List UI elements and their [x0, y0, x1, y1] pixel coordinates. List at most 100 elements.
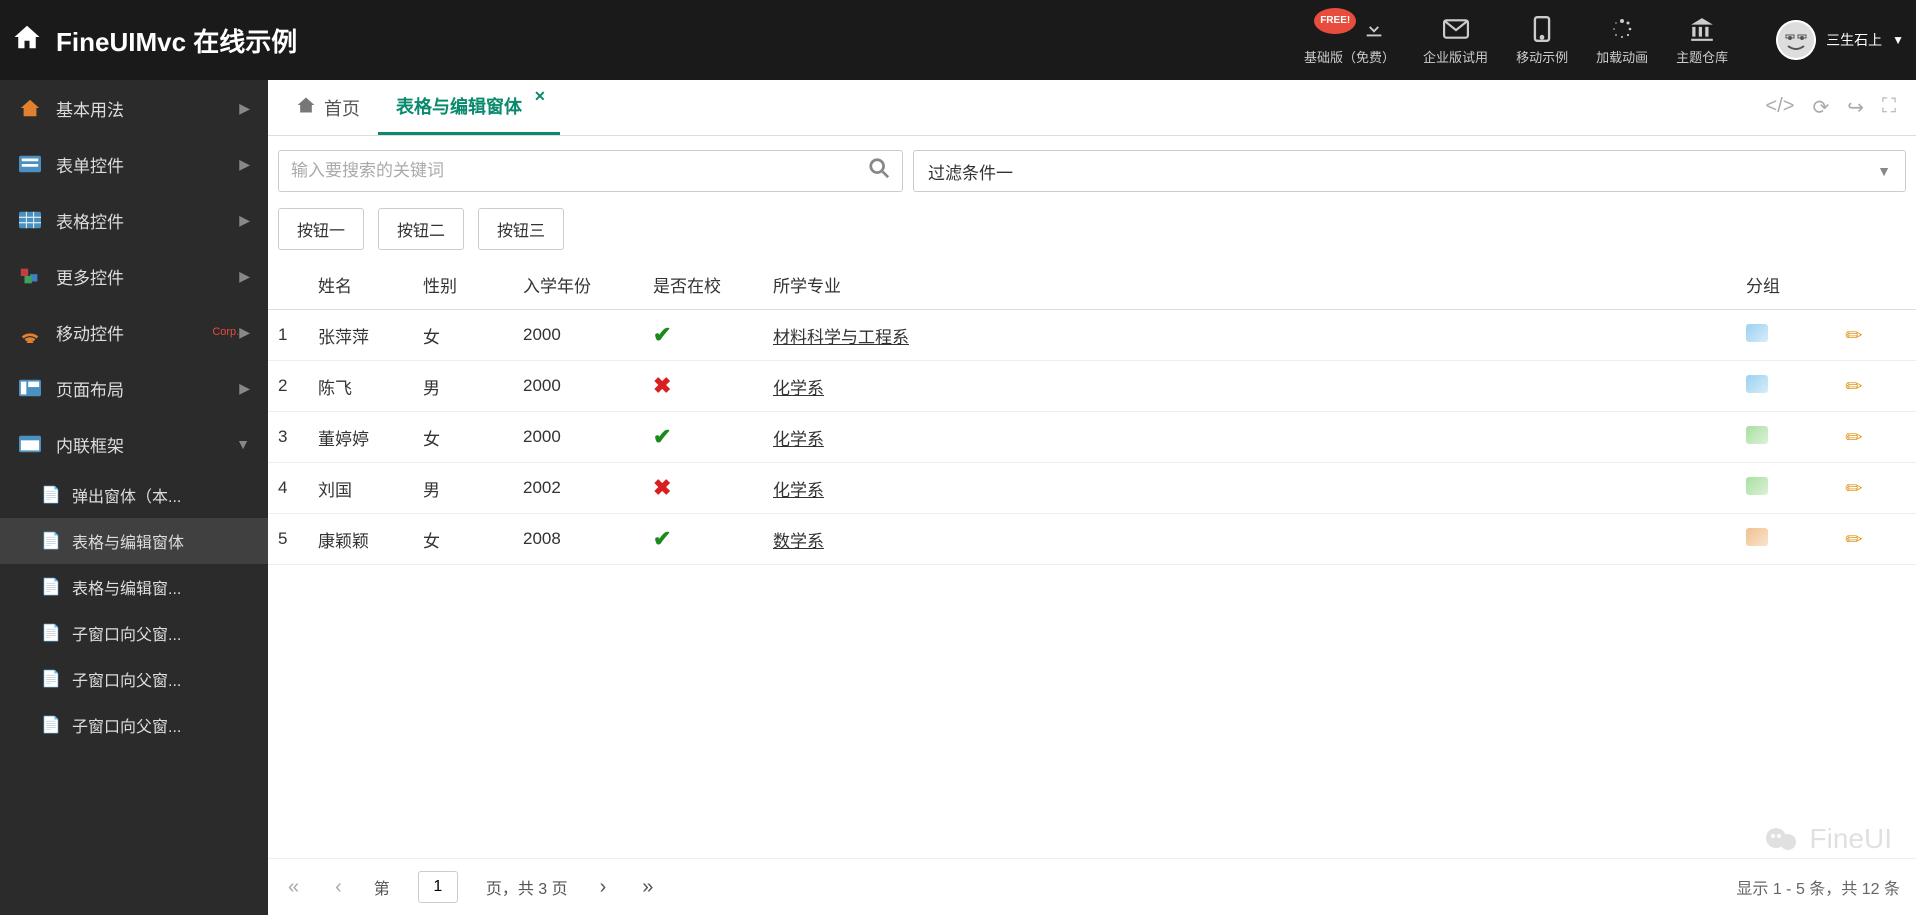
- sidebar: 基本用法 ▶ 表单控件 ▶ 表格控件 ▶ 更多控件 ▶ 移动控件 Corp. ▶…: [0, 80, 268, 915]
- button-one[interactable]: 按钮一: [278, 208, 364, 250]
- search-icon[interactable]: [868, 157, 890, 185]
- chevron-right-icon: ▶: [239, 212, 250, 229]
- nav-item-loading[interactable]: 加载动画: [1596, 15, 1648, 66]
- expand-icon[interactable]: ⛶: [1882, 95, 1896, 120]
- pencil-icon[interactable]: ✎: [1840, 422, 1870, 452]
- cell-oncampus: ✔: [643, 310, 763, 361]
- header: FineUIMvc 在线示例 FREE! 基础版（免费） 企业版试用 移动示例 …: [0, 0, 1916, 80]
- app-title: FineUIMvc 在线示例: [56, 22, 297, 59]
- refresh-icon[interactable]: ⟳: [1812, 95, 1829, 120]
- button-three[interactable]: 按钮三: [478, 208, 564, 250]
- pager-first-icon[interactable]: «: [284, 872, 303, 903]
- tag-icon[interactable]: [1746, 426, 1768, 444]
- table-row[interactable]: 2陈飞男2000✖化学系✎: [268, 361, 1916, 412]
- sidebar-subitem-child2[interactable]: 📄 子窗口向父窗...: [0, 656, 268, 702]
- sidebar-subitem-child3[interactable]: 📄 子窗口向父窗...: [0, 702, 268, 748]
- search-input[interactable]: [291, 161, 868, 181]
- pencil-icon[interactable]: ✎: [1840, 320, 1870, 350]
- sidebar-item-layout[interactable]: 页面布局 ▶: [0, 360, 268, 416]
- pencil-icon[interactable]: ✎: [1840, 524, 1870, 554]
- tab-home[interactable]: 首页: [278, 80, 378, 135]
- button-row: 按钮一 按钮二 按钮三: [268, 200, 1916, 260]
- cell-edit: ✎: [1836, 412, 1916, 463]
- sidebar-subitem-grid-edit[interactable]: 📄 表格与编辑窗体: [0, 518, 268, 564]
- tag-icon[interactable]: [1746, 324, 1768, 342]
- major-link[interactable]: 化学系: [773, 379, 824, 398]
- header-nav: FREE! 基础版（免费） 企业版试用 移动示例 加载动画 主题仓库 三生石上 …: [1304, 15, 1904, 66]
- pager-prev-icon[interactable]: ‹: [331, 872, 346, 903]
- sidebar-subitem-child1[interactable]: 📄 子窗口向父窗...: [0, 610, 268, 656]
- corp-badge: Corp.: [212, 326, 239, 338]
- pager-suffix: 页，共 3 页: [486, 875, 568, 899]
- header-brand: FineUIMvc 在线示例: [12, 22, 1304, 59]
- sidebar-item-grid[interactable]: 表格控件 ▶: [0, 192, 268, 248]
- nav-item-themes[interactable]: 主题仓库: [1676, 15, 1728, 66]
- close-icon[interactable]: ✕: [534, 88, 546, 105]
- table-row[interactable]: 1张萍萍女2000✔材料科学与工程系✎: [268, 310, 1916, 361]
- filter-select[interactable]: 过滤条件一 ▼: [913, 150, 1906, 192]
- major-link[interactable]: 材料科学与工程系: [773, 328, 909, 347]
- nav-item-enterprise[interactable]: 企业版试用: [1423, 15, 1488, 66]
- file-icon: 📄: [42, 670, 60, 688]
- cell-major: 化学系: [763, 412, 1736, 463]
- sidebar-item-more[interactable]: 更多控件 ▶: [0, 248, 268, 304]
- filter-label: 过滤条件一: [928, 159, 1877, 184]
- major-link[interactable]: 化学系: [773, 430, 824, 449]
- cell-year: 2000: [513, 412, 643, 463]
- cell-edit: ✎: [1836, 463, 1916, 514]
- sidebar-subitem-popup[interactable]: 📄 弹出窗体（本...: [0, 472, 268, 518]
- cell-group: [1736, 361, 1836, 412]
- check-icon: ✔: [653, 526, 671, 551]
- content: 首页 表格与编辑窗体 ✕ </> ⟳ ↪ ⛶ 过滤条件一 ▼: [268, 80, 1916, 915]
- th-major[interactable]: 所学专业: [763, 260, 1736, 310]
- signal-icon: [18, 320, 42, 344]
- share-icon[interactable]: ↪: [1847, 95, 1864, 120]
- cell-group: [1736, 463, 1836, 514]
- th-gender[interactable]: 性别: [413, 260, 513, 310]
- table-row[interactable]: 5康颖颖女2008✔数学系✎: [268, 514, 1916, 565]
- sidebar-item-mobile[interactable]: 移动控件 Corp. ▶: [0, 304, 268, 360]
- sidebar-item-basic[interactable]: 基本用法 ▶: [0, 80, 268, 136]
- pager-input[interactable]: [418, 871, 458, 903]
- th-group[interactable]: 分组: [1736, 260, 1836, 310]
- cell-major: 化学系: [763, 361, 1736, 412]
- pencil-icon[interactable]: ✎: [1840, 473, 1870, 503]
- tag-icon[interactable]: [1746, 528, 1768, 546]
- cell-name: 刘国: [308, 463, 413, 514]
- sidebar-item-form[interactable]: 表单控件 ▶: [0, 136, 268, 192]
- tag-icon[interactable]: [1746, 477, 1768, 495]
- nav-label: 企业版试用: [1423, 47, 1488, 66]
- button-two[interactable]: 按钮二: [378, 208, 464, 250]
- th-oncampus[interactable]: 是否在校: [643, 260, 763, 310]
- major-link[interactable]: 数学系: [773, 532, 824, 551]
- sidebar-item-iframe[interactable]: 内联框架 ▼: [0, 416, 268, 472]
- house-icon: [18, 96, 42, 120]
- chevron-right-icon: ▶: [239, 156, 250, 173]
- chevron-down-icon: ▼: [236, 436, 250, 452]
- pager-last-icon[interactable]: »: [638, 872, 657, 903]
- cell-gender: 女: [413, 310, 513, 361]
- tag-icon[interactable]: [1746, 375, 1768, 393]
- nav-item-basic[interactable]: FREE! 基础版（免费）: [1304, 15, 1395, 66]
- th-year[interactable]: 入学年份: [513, 260, 643, 310]
- code-icon[interactable]: </>: [1766, 95, 1795, 120]
- table-row[interactable]: 3董婷婷女2000✔化学系✎: [268, 412, 1916, 463]
- tab-grid-edit[interactable]: 表格与编辑窗体 ✕: [378, 80, 560, 135]
- major-link[interactable]: 化学系: [773, 481, 824, 500]
- home-icon[interactable]: [12, 22, 42, 59]
- pencil-icon[interactable]: ✎: [1840, 371, 1870, 401]
- cell-major: 材料科学与工程系: [763, 310, 1736, 361]
- pager-next-icon[interactable]: ›: [596, 872, 611, 903]
- cell-gender: 男: [413, 361, 513, 412]
- check-icon: ✔: [653, 424, 671, 449]
- nav-label: 基础版（免费）: [1304, 47, 1395, 66]
- pager-prefix: 第: [374, 875, 390, 899]
- sidebar-subitem-grid-edit2[interactable]: 📄 表格与编辑窗...: [0, 564, 268, 610]
- cell-group: [1736, 514, 1836, 565]
- cell-oncampus: ✖: [643, 361, 763, 412]
- user-menu[interactable]: 三生石上 ▼: [1776, 20, 1904, 60]
- nav-item-mobile[interactable]: 移动示例: [1516, 15, 1568, 66]
- table-row[interactable]: 4刘国男2002✖化学系✎: [268, 463, 1916, 514]
- th-name[interactable]: 姓名: [308, 260, 413, 310]
- chevron-right-icon: ▶: [239, 100, 250, 117]
